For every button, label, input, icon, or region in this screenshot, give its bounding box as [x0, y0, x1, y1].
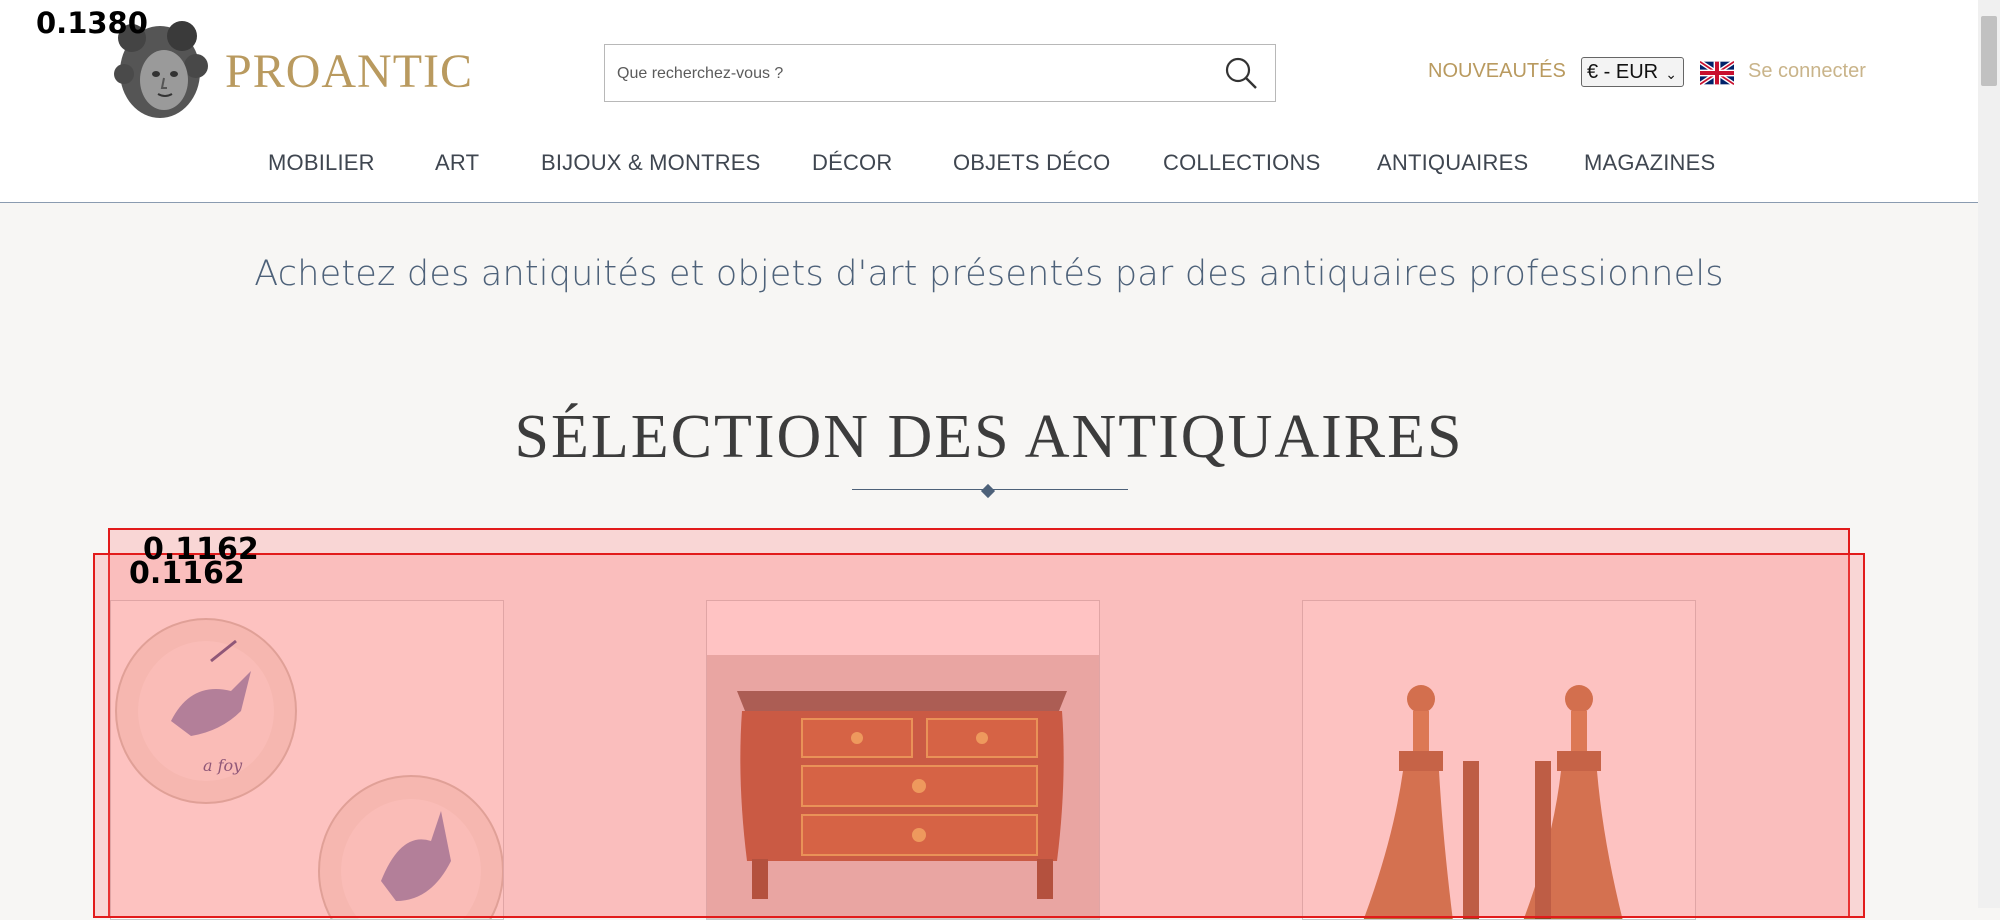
- main-nav: MOBILIER ART BIJOUX & MONTRES DÉCOR OBJE…: [0, 150, 1978, 178]
- currency-select[interactable]: € - EUR ⌄: [1581, 57, 1684, 87]
- scrollbar-thumb[interactable]: [1981, 16, 1997, 86]
- nav-item-mobilier[interactable]: MOBILIER: [268, 150, 375, 176]
- vertical-scrollbar[interactable]: [1978, 0, 2000, 908]
- uk-flag-icon[interactable]: [1700, 60, 1734, 86]
- currency-value: € - EUR: [1587, 61, 1659, 83]
- brand-name[interactable]: PROANTIC: [225, 44, 473, 99]
- detection-box-2: [93, 553, 1865, 918]
- nav-item-antiquaires[interactable]: ANTIQUAIRES: [1377, 150, 1528, 176]
- corner-score-label: 0.1380: [36, 6, 148, 40]
- chevron-down-icon: ⌄: [1665, 66, 1677, 82]
- search-box[interactable]: [604, 44, 1276, 103]
- score-label-2: 0.1162: [129, 556, 245, 591]
- new-arrivals-link[interactable]: NOUVEAUTÉS: [1428, 60, 1566, 83]
- divider-diamond: [980, 483, 996, 499]
- section-title: SÉLECTION DES ANTIQUAIRES: [514, 403, 1464, 471]
- nav-item-art[interactable]: ART: [435, 150, 479, 176]
- search-input[interactable]: [615, 45, 1209, 103]
- nav-item-decor[interactable]: DÉCOR: [812, 150, 892, 176]
- nav-item-objets-deco[interactable]: OBJETS DÉCO: [953, 150, 1110, 176]
- tagline: Achetez des antiquités et objets d'art p…: [254, 254, 1724, 294]
- site-header: PROANTIC NOUVEAUTÉS € - EUR ⌄ Se connect…: [0, 0, 1978, 203]
- search-icon[interactable]: [1223, 55, 1259, 91]
- nav-item-bijoux-montres[interactable]: BIJOUX & MONTRES: [541, 150, 761, 176]
- nav-item-collections[interactable]: COLLECTIONS: [1163, 150, 1320, 176]
- login-link[interactable]: Se connecter: [1748, 60, 1866, 83]
- nav-item-magazines[interactable]: MAGAZINES: [1584, 150, 1715, 176]
